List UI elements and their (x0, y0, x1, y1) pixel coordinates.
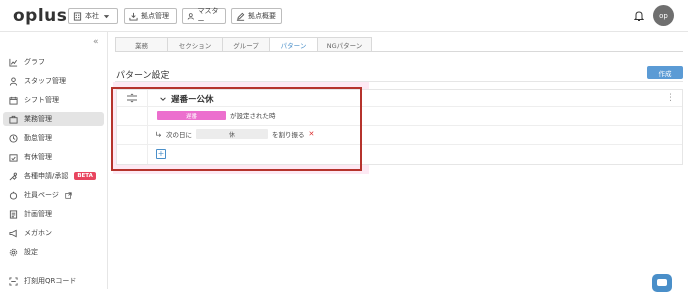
more-options-icon[interactable]: ⋮ (666, 93, 675, 103)
approval-icon (9, 172, 17, 180)
sidebar-item-label: スタッフ管理 (24, 77, 66, 85)
edit-icon (236, 12, 245, 21)
master-label: マスター (197, 7, 219, 25)
building-icon (73, 11, 82, 21)
calendar-icon (9, 96, 18, 105)
calendar-check-icon (9, 153, 18, 162)
master-button[interactable]: マスター (182, 7, 226, 25)
sidebar-item-settings[interactable]: 設定 (3, 245, 104, 259)
tab-pattern[interactable]: パターン (269, 37, 318, 52)
sidebar: « グラフ スタッフ管理 シフト管理 業務管理 勤怠管理 有休管理 各種申請/承… (0, 32, 108, 289)
person-icon (9, 76, 18, 86)
tab-group[interactable]: グループ (222, 37, 270, 52)
sidebar-item-label: 各種申請/承認 (24, 172, 69, 180)
sidebar-item-label: 設定 (24, 248, 38, 256)
tab-divider (115, 51, 683, 52)
tab-work[interactable]: 業務 (115, 37, 168, 52)
sidebar-item-staff[interactable]: スタッフ管理 (3, 74, 104, 88)
sidebar-item-applications[interactable]: 各種申請/承認 BETA (3, 169, 104, 183)
sidebar-item-qr-code[interactable]: 打刻用QRコード (3, 274, 104, 288)
chat-support-icon[interactable] (652, 274, 672, 292)
sidebar-item-graph[interactable]: グラフ (3, 55, 104, 69)
site-overview-button[interactable]: 拠点概要 (231, 8, 282, 24)
sidebar-item-employee-page[interactable]: 社員ページ (3, 188, 104, 202)
site-manage-label: 拠点管理 (141, 12, 169, 20)
user-avatar[interactable]: op (653, 5, 674, 26)
site-overview-label: 拠点概要 (248, 12, 276, 20)
tab-section[interactable]: セクション (167, 37, 223, 52)
app-logo[interactable]: oplus (13, 6, 67, 26)
caret-down-icon (103, 14, 110, 18)
tab-bar: 業務 セクション グループ パターン NGパターン (115, 37, 372, 52)
annotation-highlight-box (111, 87, 362, 171)
download-box-icon (129, 12, 138, 21)
work-icon (9, 115, 18, 124)
collapse-sidebar-icon[interactable]: « (93, 37, 99, 47)
megaphone-icon (9, 229, 17, 237)
sidebar-item-megaphone[interactable]: メガホン (3, 226, 104, 240)
site-manage-button[interactable]: 拠点管理 (124, 8, 177, 24)
chart-icon (9, 58, 18, 67)
sidebar-item-label: 社員ページ (24, 191, 59, 199)
sidebar-item-paid-leave[interactable]: 有休管理 (3, 150, 104, 164)
org-select[interactable]: 本社 (68, 8, 118, 24)
sidebar-item-label: 計画管理 (24, 210, 52, 218)
sidebar-item-shift[interactable]: シフト管理 (3, 93, 104, 107)
clock-icon (9, 133, 18, 143)
sidebar-item-label: 業務管理 (24, 115, 52, 123)
sidebar-item-label: 勤怠管理 (24, 134, 52, 142)
qr-icon (9, 276, 18, 286)
gear-icon (9, 248, 18, 256)
sidebar-item-plan[interactable]: 計画管理 (3, 207, 104, 221)
org-select-label: 本社 (85, 12, 99, 20)
notification-bell-icon[interactable] (634, 10, 644, 22)
page-title: パターン設定 (116, 71, 170, 81)
top-header: oplus 本社 拠点管理 マスター 拠点概要 op (0, 0, 688, 32)
tab-ng-pattern[interactable]: NGパターン (317, 37, 372, 52)
employee-page-icon (9, 191, 18, 200)
beta-badge: BETA (74, 172, 96, 180)
create-button[interactable]: 作成 (647, 66, 683, 79)
sidebar-item-work[interactable]: 業務管理 (3, 112, 104, 126)
sidebar-item-attendance[interactable]: 勤怠管理 (3, 131, 104, 145)
sidebar-item-label: 有休管理 (24, 153, 52, 161)
sidebar-item-label: 打刻用QRコード (24, 277, 77, 285)
sidebar-item-label: グラフ (24, 58, 45, 66)
plan-icon (9, 209, 18, 219)
external-link-icon (65, 191, 72, 199)
users-icon (187, 12, 194, 20)
sidebar-item-label: シフト管理 (24, 96, 59, 104)
sidebar-item-label: メガホン (24, 229, 52, 237)
